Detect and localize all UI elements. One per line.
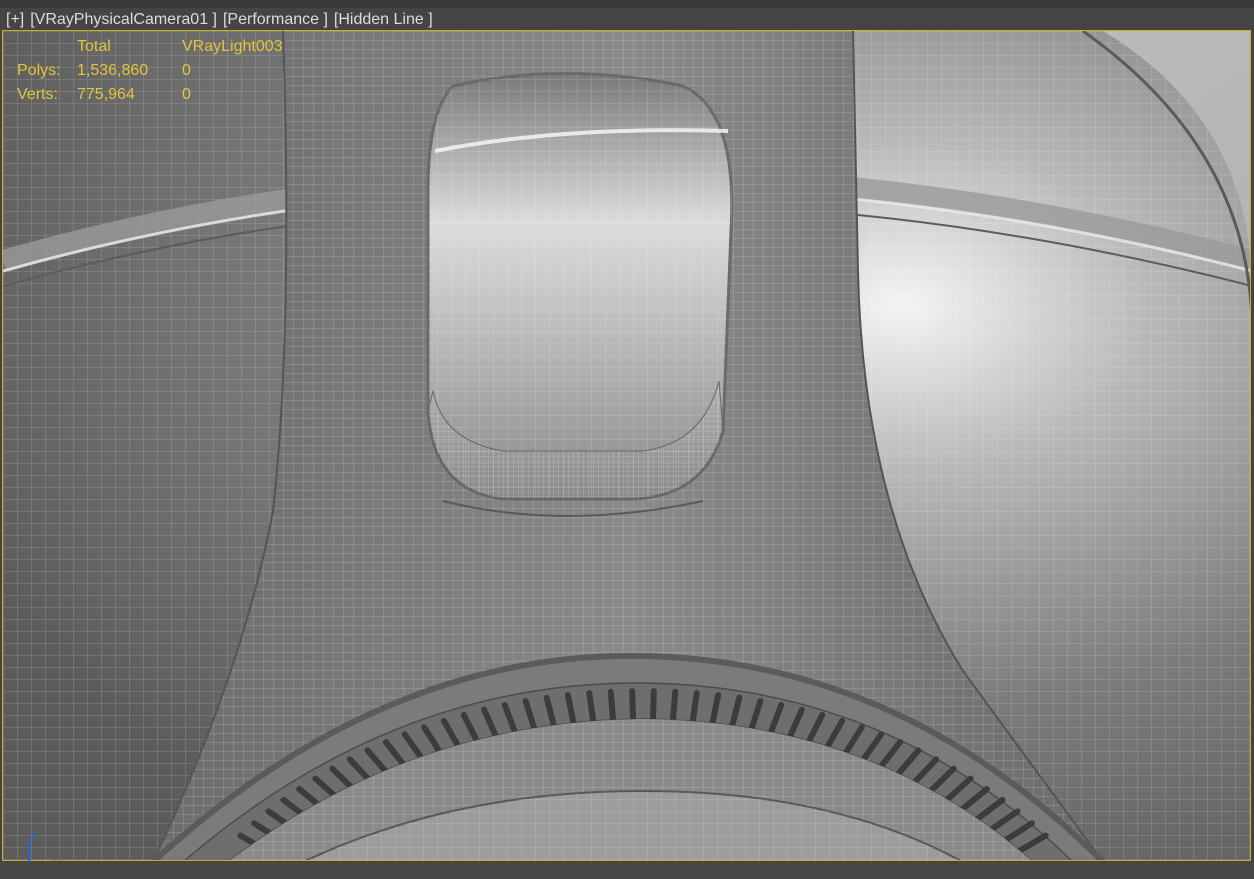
- stats-polys-total: 1,536,860: [77, 62, 149, 79]
- stats-verts-total: 775,964: [77, 86, 135, 103]
- scene-render[interactable]: [3, 31, 1251, 861]
- viewport-shading-menu[interactable]: [Hidden Line ]: [334, 11, 433, 29]
- viewport-window: [+] [VRayPhysicalCamera01 ] [Performance…: [0, 0, 1254, 879]
- stats-polys-label: Polys:: [17, 62, 61, 79]
- stats-header-selected: VRayLight003: [182, 38, 283, 55]
- viewport-camera-menu[interactable]: [VRayPhysicalCamera01 ]: [30, 11, 217, 29]
- axis-z-label: z: [31, 829, 37, 841]
- bottom-strip: [0, 862, 1254, 879]
- viewport-label-menu: [+] [VRayPhysicalCamera01 ] [Performance…: [6, 11, 433, 29]
- stats-header-total: Total: [77, 38, 111, 55]
- top-strip: [0, 0, 1254, 8]
- stats-polys-selected: 0: [182, 62, 191, 79]
- viewport-performance-menu[interactable]: [Performance ]: [223, 11, 328, 29]
- stats-verts-selected: 0: [182, 86, 191, 103]
- stats-verts-label: Verts:: [17, 86, 58, 103]
- perspective-viewport[interactable]: Total VRayLight003 Polys: 1,536,860 0 Ve…: [2, 30, 1251, 861]
- viewport-plus-menu[interactable]: [+]: [6, 11, 24, 29]
